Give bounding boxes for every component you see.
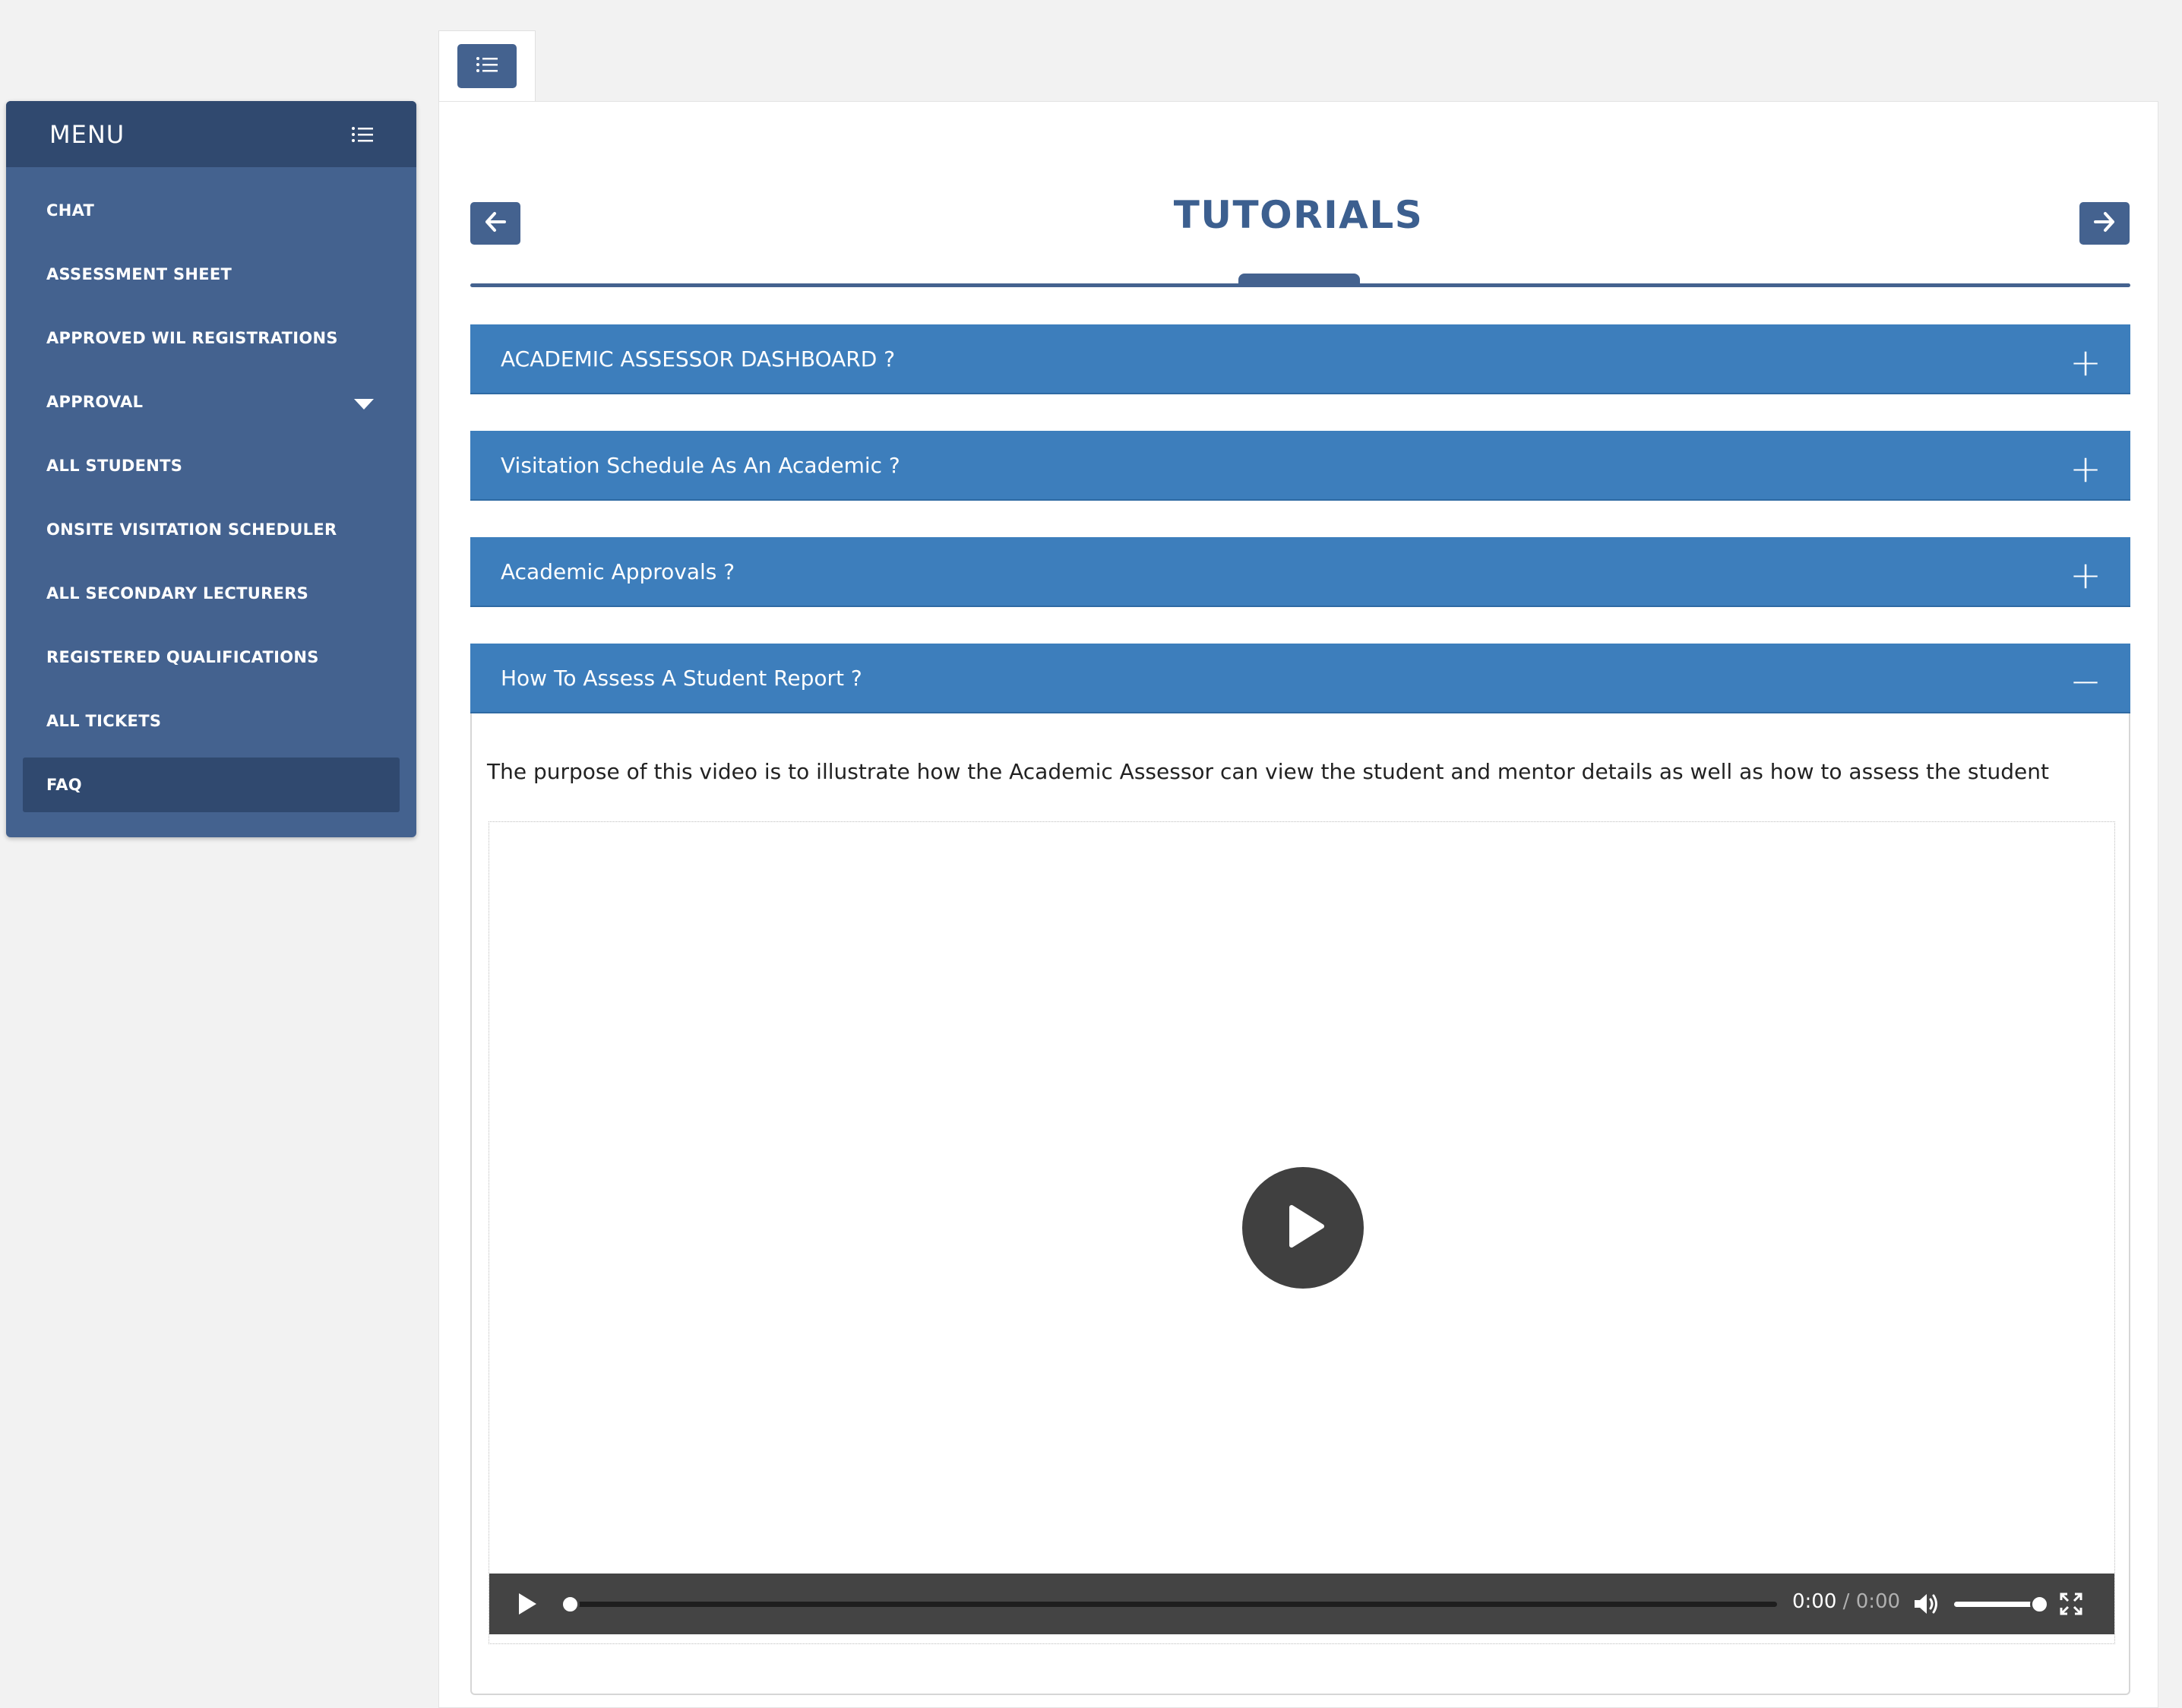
sidebar-item-label: ASSESSMENT SHEET (46, 265, 232, 283)
sidebar-item-registered-qualifications[interactable]: REGISTERED QUALIFICATIONS (6, 625, 416, 689)
sidebar-items: CHAT ASSESSMENT SHEET APPROVED WIL REGIS… (6, 167, 416, 812)
sidebar-item-label: APPROVAL (46, 393, 144, 411)
accordion-item-visitation-schedule[interactable]: Visitation Schedule As An Academic ? + (470, 431, 2130, 501)
sidebar-item-label: REGISTERED QUALIFICATIONS (46, 648, 319, 666)
accordion-item-dashboard[interactable]: ACADEMIC ASSESSOR DASHBOARD ? + (470, 324, 2130, 394)
list-icon[interactable] (351, 125, 374, 144)
video-description: The purpose of this video is to illustra… (487, 759, 2049, 784)
sidebar-item-faq[interactable]: FAQ (23, 758, 400, 812)
sidebar-item-label: ALL SECONDARY LECTURERS (46, 584, 309, 603)
page-title: TUTORIALS (1173, 193, 1424, 237)
sidebar-item-label: APPROVED WIL REGISTRATIONS (46, 329, 338, 347)
volume-slider[interactable] (1954, 1595, 2049, 1614)
video-controls: 0:00 / 0:00 (489, 1574, 2114, 1634)
sidebar-menu: MENU CHAT ASSESSMENT SHEET APPROVED WIL … (6, 101, 416, 837)
progress-handle[interactable] (561, 1595, 580, 1614)
sidebar-toggle-button[interactable] (457, 44, 517, 88)
volume-icon[interactable] (1913, 1592, 1940, 1619)
sidebar-item-label: ONSITE VISITATION SCHEDULER (46, 520, 337, 539)
accordion-item-academic-approvals[interactable]: Academic Approvals ? + (470, 537, 2130, 607)
play-icon (1276, 1200, 1330, 1256)
sidebar-item-label: ALL STUDENTS (46, 457, 183, 475)
accordion-title: How To Assess A Student Report ? (501, 665, 862, 691)
plus-icon: + (2070, 447, 2101, 491)
big-play-button[interactable] (1242, 1167, 1364, 1289)
sidebar-item-all-students[interactable]: ALL STUDENTS (6, 434, 416, 498)
accordion-item-assess-student-report[interactable]: How To Assess A Student Report ? − (470, 644, 2130, 713)
fullscreen-icon[interactable] (2059, 1592, 2083, 1619)
sidebar-item-chat[interactable]: CHAT (6, 179, 416, 242)
sidebar-toggle-tab (438, 30, 536, 103)
sidebar-item-approval[interactable]: APPROVAL (6, 370, 416, 434)
sidebar-item-all-tickets[interactable]: ALL TICKETS (6, 689, 416, 753)
minus-icon: − (2070, 659, 2101, 704)
accordion-content: The purpose of this video is to illustra… (470, 713, 2130, 1695)
sidebar-item-all-secondary-lecturers[interactable]: ALL SECONDARY LECTURERS (6, 561, 416, 625)
title-divider (470, 283, 2130, 287)
play-icon[interactable] (517, 1592, 538, 1619)
menu-title: MENU (49, 119, 125, 149)
plus-icon: + (2070, 553, 2101, 597)
sidebar-item-label: CHAT (46, 201, 95, 220)
sidebar-item-label: FAQ (46, 776, 82, 794)
sidebar-item-onsite-visitation-scheduler[interactable]: ONSITE VISITATION SCHEDULER (6, 498, 416, 561)
caret-down-icon[interactable] (354, 399, 374, 410)
plus-icon: + (2070, 340, 2101, 384)
video-player[interactable]: 0:00 / 0:00 (489, 821, 2115, 1644)
sidebar-item-assessment-sheet[interactable]: ASSESSMENT SHEET (6, 242, 416, 306)
next-button[interactable] (2079, 202, 2130, 245)
arrow-right-icon (2093, 211, 2116, 236)
duration: 0:00 (1855, 1590, 1901, 1613)
list-icon (476, 55, 498, 77)
sidebar-header: MENU (6, 101, 416, 167)
accordion-title: ACADEMIC ASSESSOR DASHBOARD ? (501, 346, 896, 372)
sidebar-item-approved-wil-registrations[interactable]: APPROVED WIL REGISTRATIONS (6, 306, 416, 370)
main-panel: TUTORIALS ACADEMIC ASSESSOR DASHBOARD ? … (438, 101, 2158, 1708)
progress-bar[interactable] (561, 1595, 1777, 1614)
time-separator: / (1842, 1590, 1850, 1613)
accordion-title: Academic Approvals ? (501, 558, 735, 584)
current-time: 0:00 (1792, 1590, 1837, 1613)
accordion-title: Visitation Schedule As An Academic ? (501, 452, 900, 478)
sidebar-item-label: ALL TICKETS (46, 712, 162, 730)
volume-handle[interactable] (2030, 1595, 2049, 1614)
time-display: 0:00 / 0:00 (1792, 1590, 1900, 1613)
